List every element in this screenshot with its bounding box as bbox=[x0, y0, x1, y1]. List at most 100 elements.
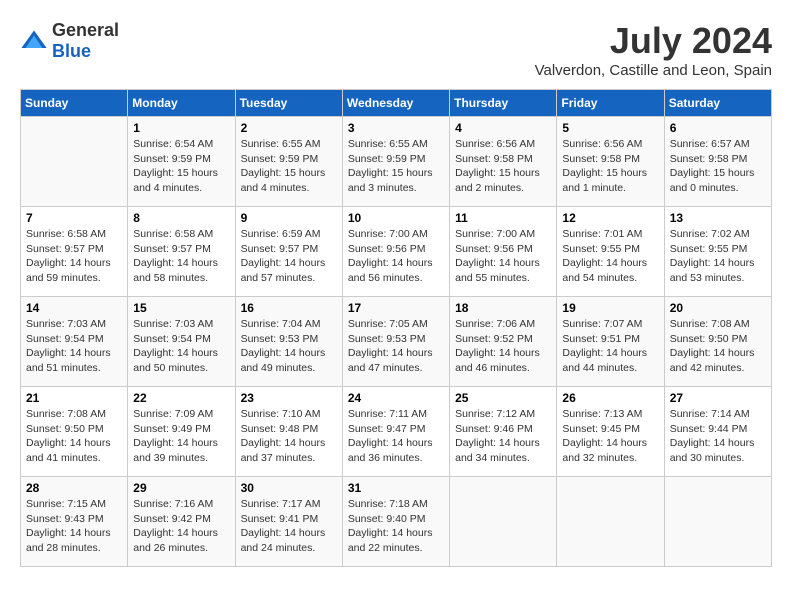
day-number: 17 bbox=[348, 301, 444, 315]
day-info: Sunrise: 7:04 AMSunset: 9:53 PMDaylight:… bbox=[241, 317, 337, 376]
day-info: Sunrise: 6:58 AMSunset: 9:57 PMDaylight:… bbox=[26, 227, 122, 286]
calendar-cell: 31Sunrise: 7:18 AMSunset: 9:40 PMDayligh… bbox=[342, 477, 449, 567]
day-number: 16 bbox=[241, 301, 337, 315]
day-number: 12 bbox=[562, 211, 658, 225]
day-info: Sunrise: 7:02 AMSunset: 9:55 PMDaylight:… bbox=[670, 227, 766, 286]
day-info: Sunrise: 6:56 AMSunset: 9:58 PMDaylight:… bbox=[455, 137, 551, 196]
calendar-cell: 28Sunrise: 7:15 AMSunset: 9:43 PMDayligh… bbox=[21, 477, 128, 567]
calendar-cell bbox=[450, 477, 557, 567]
day-info: Sunrise: 6:54 AMSunset: 9:59 PMDaylight:… bbox=[133, 137, 229, 196]
day-info: Sunrise: 6:55 AMSunset: 9:59 PMDaylight:… bbox=[241, 137, 337, 196]
calendar-cell: 1 Sunrise: 6:54 AMSunset: 9:59 PMDaylight… bbox=[128, 117, 235, 207]
day-number: 20 bbox=[670, 301, 766, 315]
calendar-cell: 6Sunrise: 6:57 AMSunset: 9:58 PMDaylight… bbox=[664, 117, 771, 207]
calendar-cell: 23Sunrise: 7:10 AMSunset: 9:48 PMDayligh… bbox=[235, 387, 342, 477]
calendar-cell: 12 Sunrise: 7:01 AMSunset: 9:55 PMDayligh… bbox=[557, 207, 664, 297]
calendar-cell: 26Sunrise: 7:13 AMSunset: 9:45 PMDayligh… bbox=[557, 387, 664, 477]
day-info: Sunrise: 7:00 AMSunset: 9:56 PMDaylight:… bbox=[348, 227, 444, 286]
day-number: 26 bbox=[562, 391, 658, 405]
calendar-cell bbox=[21, 117, 128, 207]
day-info: Sunrise: 7:17 AMSunset: 9:41 PMDaylight:… bbox=[241, 497, 337, 556]
column-header-saturday: Saturday bbox=[664, 90, 771, 117]
calendar-table: SundayMondayTuesdayWednesdayThursdayFrid… bbox=[20, 89, 772, 567]
day-info: Sunrise: 6:59 AMSunset: 9:57 PMDaylight:… bbox=[241, 227, 337, 286]
day-number: 5 bbox=[562, 121, 658, 135]
day-number: 2 bbox=[241, 121, 337, 135]
page-title: July 2024 bbox=[535, 20, 772, 62]
column-header-tuesday: Tuesday bbox=[235, 90, 342, 117]
calendar-cell: 13Sunrise: 7:02 AMSunset: 9:55 PMDayligh… bbox=[664, 207, 771, 297]
day-info: Sunrise: 7:09 AMSunset: 9:49 PMDaylight:… bbox=[133, 407, 229, 466]
calendar-cell: 9 Sunrise: 6:59 AMSunset: 9:57 PMDaylight… bbox=[235, 207, 342, 297]
day-number: 19 bbox=[562, 301, 658, 315]
calendar-cell: 25 Sunrise: 7:12 AMSunset: 9:46 PMDayligh… bbox=[450, 387, 557, 477]
day-info: Sunrise: 7:08 AMSunset: 9:50 PMDaylight:… bbox=[670, 317, 766, 376]
calendar-header-row: SundayMondayTuesdayWednesdayThursdayFrid… bbox=[21, 90, 772, 117]
calendar-cell: 11 Sunrise: 7:00 AMSunset: 9:56 PMDayligh… bbox=[450, 207, 557, 297]
day-number: 15 bbox=[133, 301, 229, 315]
calendar-week-row: 7 Sunrise: 6:58 AMSunset: 9:57 PMDaylight… bbox=[21, 207, 772, 297]
day-number: 8 bbox=[133, 211, 229, 225]
day-info: Sunrise: 7:01 AMSunset: 9:55 PMDaylight:… bbox=[562, 227, 658, 286]
day-info: Sunrise: 7:16 AMSunset: 9:42 PMDaylight:… bbox=[133, 497, 229, 556]
logo-icon bbox=[20, 27, 48, 55]
calendar-week-row: 14 Sunrise: 7:03 AMSunset: 9:54 PMDayligh… bbox=[21, 297, 772, 387]
day-info: Sunrise: 7:00 AMSunset: 9:56 PMDaylight:… bbox=[455, 227, 551, 286]
day-number: 7 bbox=[26, 211, 122, 225]
day-number: 31 bbox=[348, 481, 444, 495]
calendar-cell: 20 Sunrise: 7:08 AMSunset: 9:50 PMDayligh… bbox=[664, 297, 771, 387]
day-number: 24 bbox=[348, 391, 444, 405]
column-header-friday: Friday bbox=[557, 90, 664, 117]
calendar-cell: 14 Sunrise: 7:03 AMSunset: 9:54 PMDayligh… bbox=[21, 297, 128, 387]
day-number: 10 bbox=[348, 211, 444, 225]
day-number: 22 bbox=[133, 391, 229, 405]
column-header-thursday: Thursday bbox=[450, 90, 557, 117]
calendar-cell: 10 Sunrise: 7:00 AMSunset: 9:56 PMDayligh… bbox=[342, 207, 449, 297]
calendar-cell: 17 Sunrise: 7:05 AMSunset: 9:53 PMDayligh… bbox=[342, 297, 449, 387]
day-info: Sunrise: 7:03 AMSunset: 9:54 PMDaylight:… bbox=[26, 317, 122, 376]
calendar-cell: 8Sunrise: 6:58 AMSunset: 9:57 PMDaylight… bbox=[128, 207, 235, 297]
day-info: Sunrise: 6:55 AMSunset: 9:59 PMDaylight:… bbox=[348, 137, 444, 196]
day-number: 30 bbox=[241, 481, 337, 495]
day-number: 14 bbox=[26, 301, 122, 315]
column-header-wednesday: Wednesday bbox=[342, 90, 449, 117]
day-info: Sunrise: 7:08 AMSunset: 9:50 PMDaylight:… bbox=[26, 407, 122, 466]
column-header-sunday: Sunday bbox=[21, 90, 128, 117]
day-number: 4 bbox=[455, 121, 551, 135]
logo-general: General bbox=[52, 20, 119, 40]
day-number: 18 bbox=[455, 301, 551, 315]
calendar-cell: 21Sunrise: 7:08 AMSunset: 9:50 PMDayligh… bbox=[21, 387, 128, 477]
day-number: 25 bbox=[455, 391, 551, 405]
calendar-cell: 19 Sunrise: 7:07 AMSunset: 9:51 PMDayligh… bbox=[557, 297, 664, 387]
calendar-cell: 22 Sunrise: 7:09 AMSunset: 9:49 PMDayligh… bbox=[128, 387, 235, 477]
day-number: 29 bbox=[133, 481, 229, 495]
logo-blue: Blue bbox=[52, 41, 91, 61]
day-number: 11 bbox=[455, 211, 551, 225]
calendar-cell: 18 Sunrise: 7:06 AMSunset: 9:52 PMDayligh… bbox=[450, 297, 557, 387]
calendar-cell: 30 Sunrise: 7:17 AMSunset: 9:41 PMDayligh… bbox=[235, 477, 342, 567]
day-number: 6 bbox=[670, 121, 766, 135]
day-number: 28 bbox=[26, 481, 122, 495]
page-header: General Blue July 2024 Valverdon, Castil… bbox=[20, 20, 772, 79]
calendar-cell bbox=[557, 477, 664, 567]
day-number: 9 bbox=[241, 211, 337, 225]
calendar-cell bbox=[664, 477, 771, 567]
day-info: Sunrise: 7:10 AMSunset: 9:48 PMDaylight:… bbox=[241, 407, 337, 466]
calendar-cell: 27Sunrise: 7:14 AMSunset: 9:44 PMDayligh… bbox=[664, 387, 771, 477]
day-info: Sunrise: 7:06 AMSunset: 9:52 PMDaylight:… bbox=[455, 317, 551, 376]
calendar-cell: 24Sunrise: 7:11 AMSunset: 9:47 PMDayligh… bbox=[342, 387, 449, 477]
calendar-cell: 2 Sunrise: 6:55 AMSunset: 9:59 PMDaylight… bbox=[235, 117, 342, 207]
calendar-cell: 16 Sunrise: 7:04 AMSunset: 9:53 PMDayligh… bbox=[235, 297, 342, 387]
calendar-cell: 29 Sunrise: 7:16 AMSunset: 9:42 PMDayligh… bbox=[128, 477, 235, 567]
calendar-cell: 5 Sunrise: 6:56 AMSunset: 9:58 PMDaylight… bbox=[557, 117, 664, 207]
calendar-cell: 3 Sunrise: 6:55 AMSunset: 9:59 PMDaylight… bbox=[342, 117, 449, 207]
day-number: 3 bbox=[348, 121, 444, 135]
day-info: Sunrise: 7:05 AMSunset: 9:53 PMDaylight:… bbox=[348, 317, 444, 376]
day-info: Sunrise: 7:12 AMSunset: 9:46 PMDaylight:… bbox=[455, 407, 551, 466]
calendar-week-row: 1 Sunrise: 6:54 AMSunset: 9:59 PMDaylight… bbox=[21, 117, 772, 207]
column-header-monday: Monday bbox=[128, 90, 235, 117]
day-info: Sunrise: 6:56 AMSunset: 9:58 PMDaylight:… bbox=[562, 137, 658, 196]
day-info: Sunrise: 7:07 AMSunset: 9:51 PMDaylight:… bbox=[562, 317, 658, 376]
day-number: 1 bbox=[133, 121, 229, 135]
calendar-cell: 4 Sunrise: 6:56 AMSunset: 9:58 PMDaylight… bbox=[450, 117, 557, 207]
